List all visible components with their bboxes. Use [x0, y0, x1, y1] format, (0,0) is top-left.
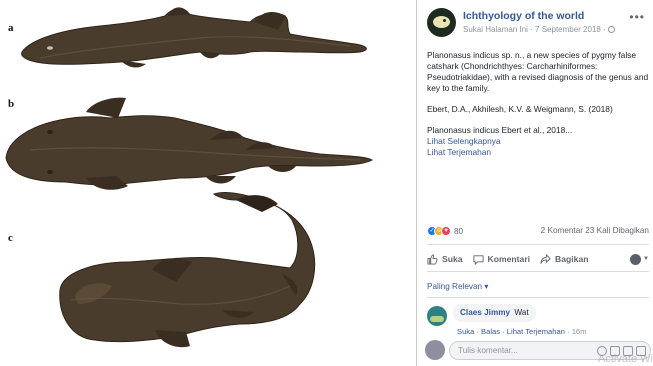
comment-action-links[interactable]: Suka · Balas · Lihat Terjemahan ·	[457, 327, 570, 336]
reaction-count: 80	[454, 226, 464, 236]
globe-icon	[607, 26, 615, 33]
post-meta-text: Sukai Halaman Ini · 7 September 2018 ·	[463, 25, 606, 34]
post-actions-bar: Suka Komentari Bagikan ▼	[427, 250, 649, 268]
user-mini-avatar	[630, 253, 642, 265]
post-body: Planonasus indicus sp. n., a new species…	[427, 50, 649, 158]
comment-input-placeholder: Tulis komentar...	[458, 346, 518, 355]
post-paragraph-2: Ebert, D.A., Akhilesh, K.V. & Weigmann, …	[427, 104, 613, 114]
comment-sort-caret: ▾	[484, 282, 489, 291]
commenter-avatar[interactable]	[427, 306, 447, 326]
page-name-link[interactable]: Ichthyology of the world	[463, 10, 584, 22]
fish-logo-icon	[433, 16, 450, 28]
comment-sort-dropdown[interactable]: Paling Relevan ▾	[427, 281, 488, 291]
engagement-counts: 2 Komentar 23 Kali Dibagikan	[541, 226, 649, 235]
share-button[interactable]: Bagikan	[540, 253, 589, 265]
shark-specimen-a	[21, 7, 367, 68]
love-reaction-icon: ♥	[441, 226, 451, 236]
post-meta: Sukai Halaman Ini · 7 September 2018 ·	[463, 25, 615, 34]
divider	[427, 244, 649, 245]
comment-item: Claes Jimmy Wat Suka · Balas · Lihat Ter…	[427, 304, 649, 338]
facebook-post-panel: Ichthyology of the world Sukai Halaman I…	[416, 0, 653, 366]
panel-label-c: c	[8, 232, 13, 244]
share-button-label: Bagikan	[555, 254, 589, 264]
share-count-link[interactable]: 23 Kali Dibagikan	[585, 226, 649, 235]
shark-specimen-b	[5, 97, 374, 190]
comment-button[interactable]: Komentari	[473, 254, 531, 265]
like-button[interactable]: Suka	[427, 253, 463, 265]
page-avatar[interactable]	[427, 8, 456, 37]
activate-windows-watermark: Activate Wi	[597, 353, 653, 365]
post-paragraph-1: Planonasus indicus sp. n., a new species…	[427, 50, 649, 93]
like-button-label: Suka	[442, 254, 463, 264]
reaction-summary[interactable]: ✓ o ♥ 80	[427, 226, 463, 236]
shark-specimen-c	[59, 191, 316, 348]
panel-label-a: a	[8, 22, 14, 34]
comment-text: Wat	[514, 308, 529, 317]
current-user-avatar	[425, 340, 445, 360]
commenter-name-link[interactable]: Claes Jimmy	[460, 308, 510, 317]
comment-bubble-icon	[473, 254, 484, 265]
see-more-link[interactable]: Lihat Selengkapnya	[427, 136, 649, 147]
screenshot-root: a b c Ichthyology of the world Sukai Hal…	[0, 0, 653, 366]
fish-eye-icon	[443, 19, 446, 22]
comment-button-label: Komentari	[487, 254, 531, 264]
comment-time: 16m	[571, 327, 587, 336]
thumbs-up-icon	[427, 253, 438, 265]
shark-figure-image[interactable]: a b c	[0, 0, 416, 366]
share-arrow-icon	[540, 253, 551, 264]
comment-bubble: Claes Jimmy Wat	[453, 304, 536, 322]
comment-sort-label: Paling Relevan	[427, 282, 483, 291]
more-dots-icon[interactable]: •••	[629, 10, 645, 24]
panel-label-b: b	[8, 98, 15, 110]
divider	[427, 297, 649, 298]
post-header: Ichthyology of the world Sukai Halaman I…	[425, 8, 647, 40]
shark-specimens-svg	[5, 7, 374, 348]
chevron-down-icon: ▼	[643, 256, 649, 262]
divider	[427, 271, 649, 272]
post-paragraph-3: Planonasus indicus Ebert et al., 2018...	[427, 125, 573, 135]
post-stats: ✓ o ♥ 80 2 Komentar 23 Kali Dibagikan	[427, 226, 649, 240]
comment-actions[interactable]: Suka · Balas · Lihat Terjemahan · 16m	[457, 327, 586, 336]
audience-selector[interactable]: ▼	[630, 253, 649, 265]
comment-count-link[interactable]: 2 Komentar	[541, 226, 583, 235]
see-translation-link[interactable]: Lihat Terjemahan	[427, 147, 649, 158]
